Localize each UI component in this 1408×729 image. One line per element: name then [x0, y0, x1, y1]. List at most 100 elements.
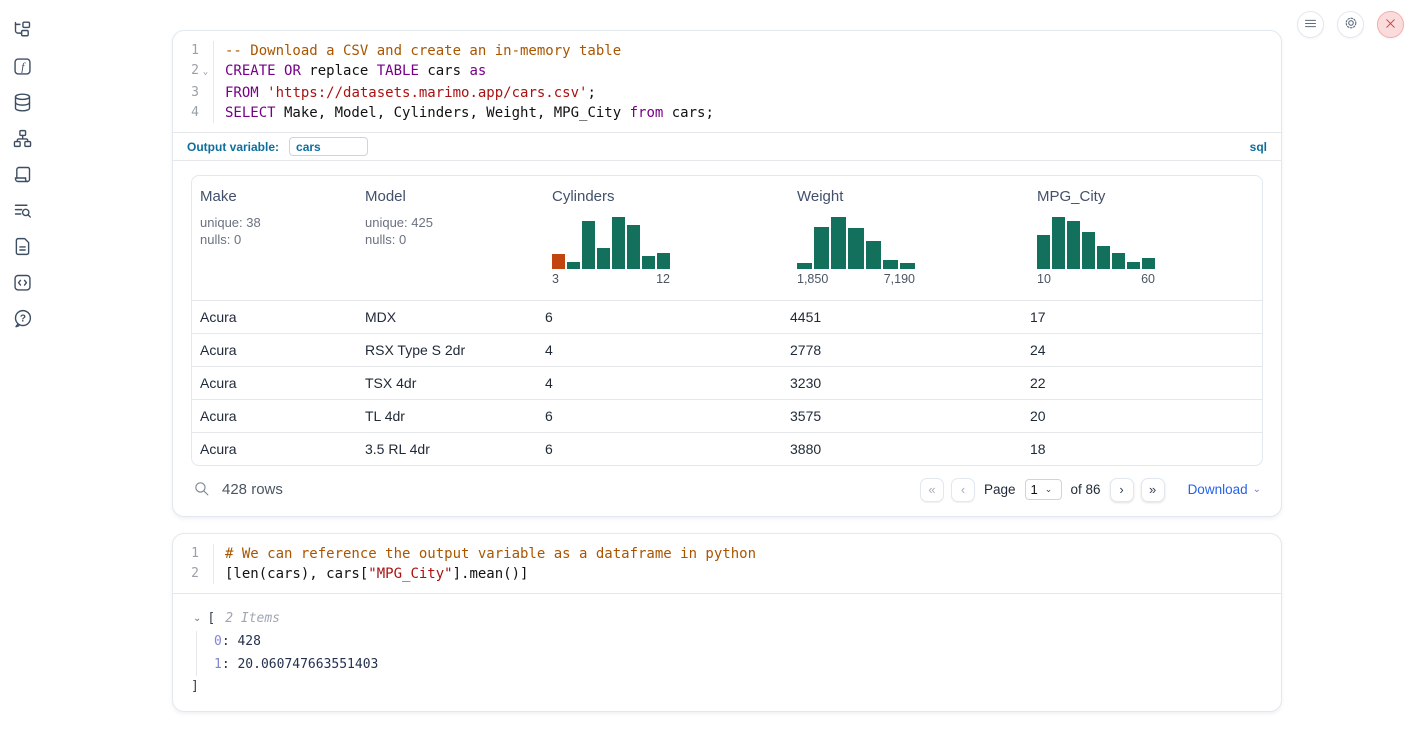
next-page-button[interactable]: ›	[1110, 478, 1134, 502]
output-variable-input[interactable]	[289, 137, 368, 156]
download-button[interactable]: Download ⌄	[1188, 482, 1261, 497]
fold-spacer	[199, 564, 212, 584]
first-page-icon: «	[928, 482, 935, 497]
table-search-button[interactable]	[193, 480, 210, 500]
sidebar-item-datasources[interactable]	[11, 93, 33, 115]
column-header: MPG_City1060	[1017, 176, 1262, 300]
table-cell: 3575	[777, 408, 1017, 424]
table-cell: 3.5 RL 4dr	[357, 441, 532, 457]
table-body: AcuraMDX6445117AcuraRSX Type S 2dr427782…	[192, 300, 1262, 465]
table-row[interactable]: AcuraTSX 4dr4323022	[192, 366, 1262, 399]
code-text: CREATE OR replace TABLE cars as	[213, 61, 1281, 83]
code-text: [len(cars), cars["MPG_City"].mean()]	[213, 564, 1281, 584]
table-cell: 4	[532, 342, 777, 358]
sidebar-item-documentation[interactable]	[11, 237, 33, 259]
code-line[interactable]: 1-- Download a CSV and create an in-memo…	[179, 41, 1281, 61]
sql-cell-output: Makeunique: 38nulls: 0Modelunique: 425nu…	[173, 160, 1281, 513]
table-cell: 6	[532, 441, 777, 457]
column-name[interactable]: Weight	[797, 188, 1009, 205]
code-box-icon	[12, 272, 33, 296]
histogram-bar	[1082, 232, 1095, 269]
table-row[interactable]: Acura3.5 RL 4dr6388018	[192, 432, 1262, 465]
close-bracket: ]	[191, 679, 1267, 694]
axis-label: 10	[1037, 272, 1051, 286]
table-cell: Acura	[192, 408, 357, 424]
chevron-down-icon: ⌄	[1253, 484, 1261, 495]
python-cell-output: ⌄ [ 2 Items 0: 4281: 20.060747663551403 …	[173, 593, 1281, 694]
item-value: : 428	[222, 634, 261, 649]
menu-button[interactable]	[1297, 11, 1324, 38]
histogram-bars	[552, 217, 670, 269]
histogram-bar	[1112, 253, 1125, 269]
svg-text:f: f	[21, 62, 26, 74]
table-cell: 24	[1017, 342, 1262, 358]
sql-code-editor[interactable]: 1-- Download a CSV and create an in-memo…	[173, 31, 1281, 132]
table-cell: 22	[1017, 375, 1262, 391]
histogram-bar	[1067, 221, 1080, 269]
histogram-bar	[642, 256, 655, 269]
column-name[interactable]: Make	[200, 188, 349, 205]
column-name[interactable]: Cylinders	[552, 188, 769, 205]
code-line[interactable]: 1# We can reference the output variable …	[179, 544, 1281, 564]
last-page-button[interactable]: »	[1141, 478, 1165, 502]
sidebar-item-dependencies[interactable]	[11, 129, 33, 151]
sidebar-item-files[interactable]	[11, 21, 33, 43]
prev-page-button[interactable]: ‹	[951, 478, 975, 502]
sidebar: f ?	[8, 21, 36, 331]
sidebar-item-logs[interactable]	[11, 165, 33, 187]
fold-spacer	[199, 83, 212, 103]
code-line[interactable]: 4SELECT Make, Model, Cylinders, Weight, …	[179, 103, 1281, 123]
histogram-bar	[627, 225, 640, 269]
table-cell: 3880	[777, 441, 1017, 457]
sql-cell: 1-- Download a CSV and create an in-memo…	[172, 30, 1282, 517]
histogram-bar	[900, 263, 915, 269]
item-value: : 20.060747663551403	[222, 657, 379, 672]
tree-collapse-toggle[interactable]: ⌄	[191, 613, 203, 624]
page-select[interactable]: 1 ⌄	[1025, 479, 1062, 500]
prev-page-icon: ‹	[961, 482, 965, 497]
sidebar-item-snippets[interactable]	[11, 273, 33, 295]
code-text: # We can reference the output variable a…	[213, 544, 1281, 564]
sidebar-item-search[interactable]	[11, 201, 33, 223]
table-cell: 17	[1017, 309, 1262, 325]
database-icon	[12, 92, 33, 116]
code-line[interactable]: 2[len(cars), cars["MPG_City"].mean()]	[179, 564, 1281, 584]
items-count: 2 Items	[225, 611, 280, 626]
table-row[interactable]: AcuraTL 4dr6357520	[192, 399, 1262, 432]
column-name[interactable]: MPG_City	[1037, 188, 1254, 205]
histogram-bar	[1097, 246, 1110, 269]
histogram-bar	[848, 228, 863, 269]
column-name[interactable]: Model	[365, 188, 524, 205]
axis-label: 1,850	[797, 272, 828, 286]
fold-spacer	[199, 103, 212, 123]
table-row[interactable]: AcuraMDX6445117	[192, 300, 1262, 333]
table-cell: 20	[1017, 408, 1262, 424]
list-output-body: 0: 4281: 20.060747663551403	[196, 631, 1267, 676]
fold-chevron-icon[interactable]: ⌄	[199, 61, 212, 83]
first-page-button[interactable]: «	[920, 478, 944, 502]
code-line[interactable]: 3FROM 'https://datasets.marimo.app/cars.…	[179, 83, 1281, 103]
sidebar-item-variables[interactable]: f	[11, 57, 33, 79]
code-text: FROM 'https://datasets.marimo.app/cars.c…	[213, 83, 1281, 103]
sidebar-item-help[interactable]: ?	[11, 309, 33, 331]
histogram-bars	[1037, 217, 1155, 269]
shutdown-button[interactable]	[1377, 11, 1404, 38]
pagination: « ‹ Page 1 ⌄ of 86 › » Download ⌄	[920, 478, 1261, 502]
table-row[interactable]: AcuraRSX Type S 2dr4277824	[192, 333, 1262, 366]
histogram-bars	[797, 217, 915, 269]
table-cell: 4	[532, 375, 777, 391]
axis-label: 3	[552, 272, 559, 286]
page-select-value: 1	[1031, 482, 1038, 497]
table-cell: 18	[1017, 441, 1262, 457]
table-cell: TL 4dr	[357, 408, 532, 424]
settings-gear-icon	[1343, 15, 1359, 34]
column-stats: unique: 38nulls: 0	[200, 214, 349, 248]
table-cell: Acura	[192, 441, 357, 457]
code-line[interactable]: 2⌄CREATE OR replace TABLE cars as	[179, 61, 1281, 83]
chevron-down-icon: ⌄	[1045, 484, 1053, 495]
settings-button[interactable]	[1337, 11, 1364, 38]
help-circle-icon: ?	[12, 308, 33, 332]
histogram-bar	[883, 260, 898, 269]
python-code-editor[interactable]: 1# We can reference the output variable …	[173, 534, 1281, 593]
last-page-icon: »	[1149, 482, 1156, 497]
